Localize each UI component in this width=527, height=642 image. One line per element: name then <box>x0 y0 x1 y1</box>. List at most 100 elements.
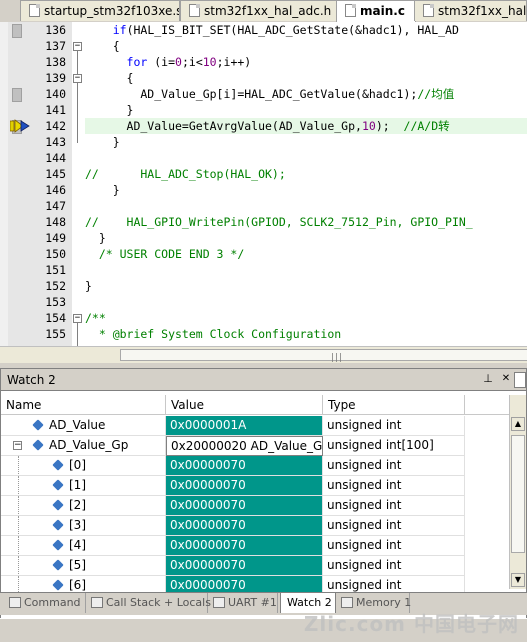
watch-type-cell: unsigned int <box>323 476 465 496</box>
watermark-logo: Zlic.com 中国电子网 <box>303 612 519 636</box>
watch-value-cell[interactable]: 0x00000070 <box>166 496 323 516</box>
watch-type-cell: unsigned int <box>323 536 465 556</box>
uart-icon <box>213 597 225 608</box>
fold-toggle[interactable]: − <box>73 42 82 51</box>
fold-line <box>77 83 78 143</box>
variable-icon <box>52 499 64 511</box>
code-line: } <box>85 231 106 245</box>
array-variable-icon <box>32 439 44 451</box>
column-header-value[interactable]: Value <box>166 395 323 415</box>
watch-name-cell[interactable]: [3] <box>1 516 166 536</box>
file-icon <box>345 4 356 17</box>
line-number: 136 <box>45 23 66 37</box>
tab-hal-adc-header[interactable]: stm32f1xx_hal_adc.h <box>180 0 350 21</box>
watch-row[interactable]: [3] 0x00000070 unsigned int <box>1 516 513 536</box>
fold-toggle[interactable]: − <box>73 314 82 323</box>
watch-variable-name: [1] <box>69 478 86 492</box>
watch-value-cell[interactable]: 0x00000070 <box>166 556 323 576</box>
editor-horizontal-scrollbar[interactable]: ||| <box>0 346 527 363</box>
side-panel-edge[interactable] <box>514 372 526 388</box>
watch-name-cell[interactable]: [5] <box>1 556 166 576</box>
line-number: 143 <box>45 135 66 149</box>
line-number: 152 <box>45 279 66 293</box>
editor-margin <box>0 22 8 346</box>
collapse-toggle-icon[interactable]: − <box>13 441 22 450</box>
watch-grid: Name Value Type AD_Value 0x0000001A unsign… <box>1 395 513 607</box>
watch-name-cell[interactable]: − AD_Value_Gp <box>1 436 166 456</box>
watch-type-cell: unsigned int <box>323 416 465 436</box>
code-line: } <box>85 183 120 197</box>
pin-icon[interactable]: ⊥ <box>482 373 494 385</box>
file-icon <box>423 4 434 17</box>
watch-row[interactable]: [2] 0x00000070 unsigned int <box>1 496 513 516</box>
watch-name-cell[interactable]: [1] <box>1 476 166 496</box>
tab-startup-file[interactable]: startup_stm32f103xe.s <box>20 0 180 21</box>
fold-line <box>77 323 78 346</box>
column-header-type[interactable]: Type <box>323 395 465 415</box>
line-number: 153 <box>45 295 66 309</box>
tab-main-c[interactable]: main.c <box>336 0 416 22</box>
tree-line <box>18 516 19 535</box>
code-line: /** <box>85 311 106 325</box>
code-line: AD_Value_Gp[i]=HAL_ADC_GetValue(&hadc1);… <box>85 87 455 101</box>
line-number: 154 <box>45 311 66 325</box>
close-icon[interactable]: ✕ <box>500 373 512 385</box>
watch-panel-title: Watch 2 <box>1 369 526 391</box>
watch-title-label: Watch 2 <box>7 373 56 387</box>
watch-variable-name: AD_Value <box>49 418 106 432</box>
memory-icon <box>341 597 353 608</box>
line-number: 145 <box>45 167 66 181</box>
code-editor[interactable]: 136 137 138 139 140 141 142 143 144 145 … <box>0 22 527 346</box>
tab-label: main.c <box>360 4 405 18</box>
watch-row[interactable]: [0] 0x00000070 unsigned int <box>1 456 513 476</box>
tree-line <box>18 556 19 575</box>
line-number: 149 <box>45 231 66 245</box>
watch-name-cell[interactable]: [2] <box>1 496 166 516</box>
code-line: for (i=0;i<10;i++) <box>126 55 252 69</box>
watch-value-cell[interactable]: 0x00000070 <box>166 476 323 496</box>
code-line: { <box>85 39 120 53</box>
file-icon <box>189 4 200 17</box>
file-tab-bar: startup_stm32f103xe.s stm32f1xx_hal_adc.… <box>0 0 527 23</box>
watch-vertical-scrollbar[interactable]: ▲ ▼ <box>509 395 526 589</box>
watch-row[interactable]: [4] 0x00000070 unsigned int <box>1 536 513 556</box>
watch-value-cell[interactable]: 0x00000070 <box>166 516 323 536</box>
code-line: // HAL_ADC_Stop(HAL_OK); <box>85 167 286 181</box>
code-line: } <box>85 135 120 149</box>
tab-uart1[interactable]: UART #1 <box>210 593 278 613</box>
watch-type-cell: unsigned int[100] <box>323 436 465 456</box>
watch-row[interactable]: − AD_Value_Gp 0x20000020 AD_Value_Gp unsign… <box>1 436 513 456</box>
tab-command[interactable]: Command <box>6 593 86 613</box>
scrollbar-thumb[interactable] <box>511 435 525 553</box>
watch-row[interactable]: [1] 0x00000070 unsigned int <box>1 476 513 496</box>
watch-value-cell[interactable]: 0x0000001A <box>166 416 323 436</box>
watch-type-cell: unsigned int <box>323 516 465 536</box>
variable-icon <box>52 579 64 591</box>
column-header-name[interactable]: Name <box>1 395 166 415</box>
scrollbar-thumb[interactable]: ||| <box>120 349 527 363</box>
watch-type-cell: unsigned int <box>323 456 465 476</box>
tab-hal-uart[interactable]: stm32f1xx_hal_ua <box>414 0 527 21</box>
fold-toggle[interactable]: − <box>73 74 82 83</box>
scroll-up-arrow-icon[interactable]: ▲ <box>511 417 525 431</box>
tree-line <box>18 456 19 475</box>
watch-value-cell[interactable]: 0x00000070 <box>166 536 323 556</box>
scroll-down-arrow-icon[interactable]: ▼ <box>511 573 525 587</box>
watch-value-cell[interactable]: 0x20000020 AD_Value_Gp <box>166 436 323 456</box>
watch-type-cell: unsigned int <box>323 496 465 516</box>
watch-name-cell[interactable]: [4] <box>1 536 166 556</box>
tab-label: Command <box>24 596 81 609</box>
variable-icon <box>52 519 64 531</box>
tree-line <box>18 496 19 515</box>
watch-row[interactable]: AD_Value 0x0000001A unsigned int <box>1 416 513 436</box>
watch-row[interactable]: [5] 0x00000070 unsigned int <box>1 556 513 576</box>
watch-variable-name: [2] <box>69 498 86 512</box>
tab-call-stack[interactable]: Call Stack + Locals <box>88 593 211 613</box>
watch-type-cell: unsigned int <box>323 556 465 576</box>
tab-label: startup_stm32f103xe.s <box>44 4 180 18</box>
watch-name-cell[interactable]: AD_Value <box>1 416 166 436</box>
watch-name-cell[interactable]: [0] <box>1 456 166 476</box>
watch-value-cell[interactable]: 0x00000070 <box>166 456 323 476</box>
